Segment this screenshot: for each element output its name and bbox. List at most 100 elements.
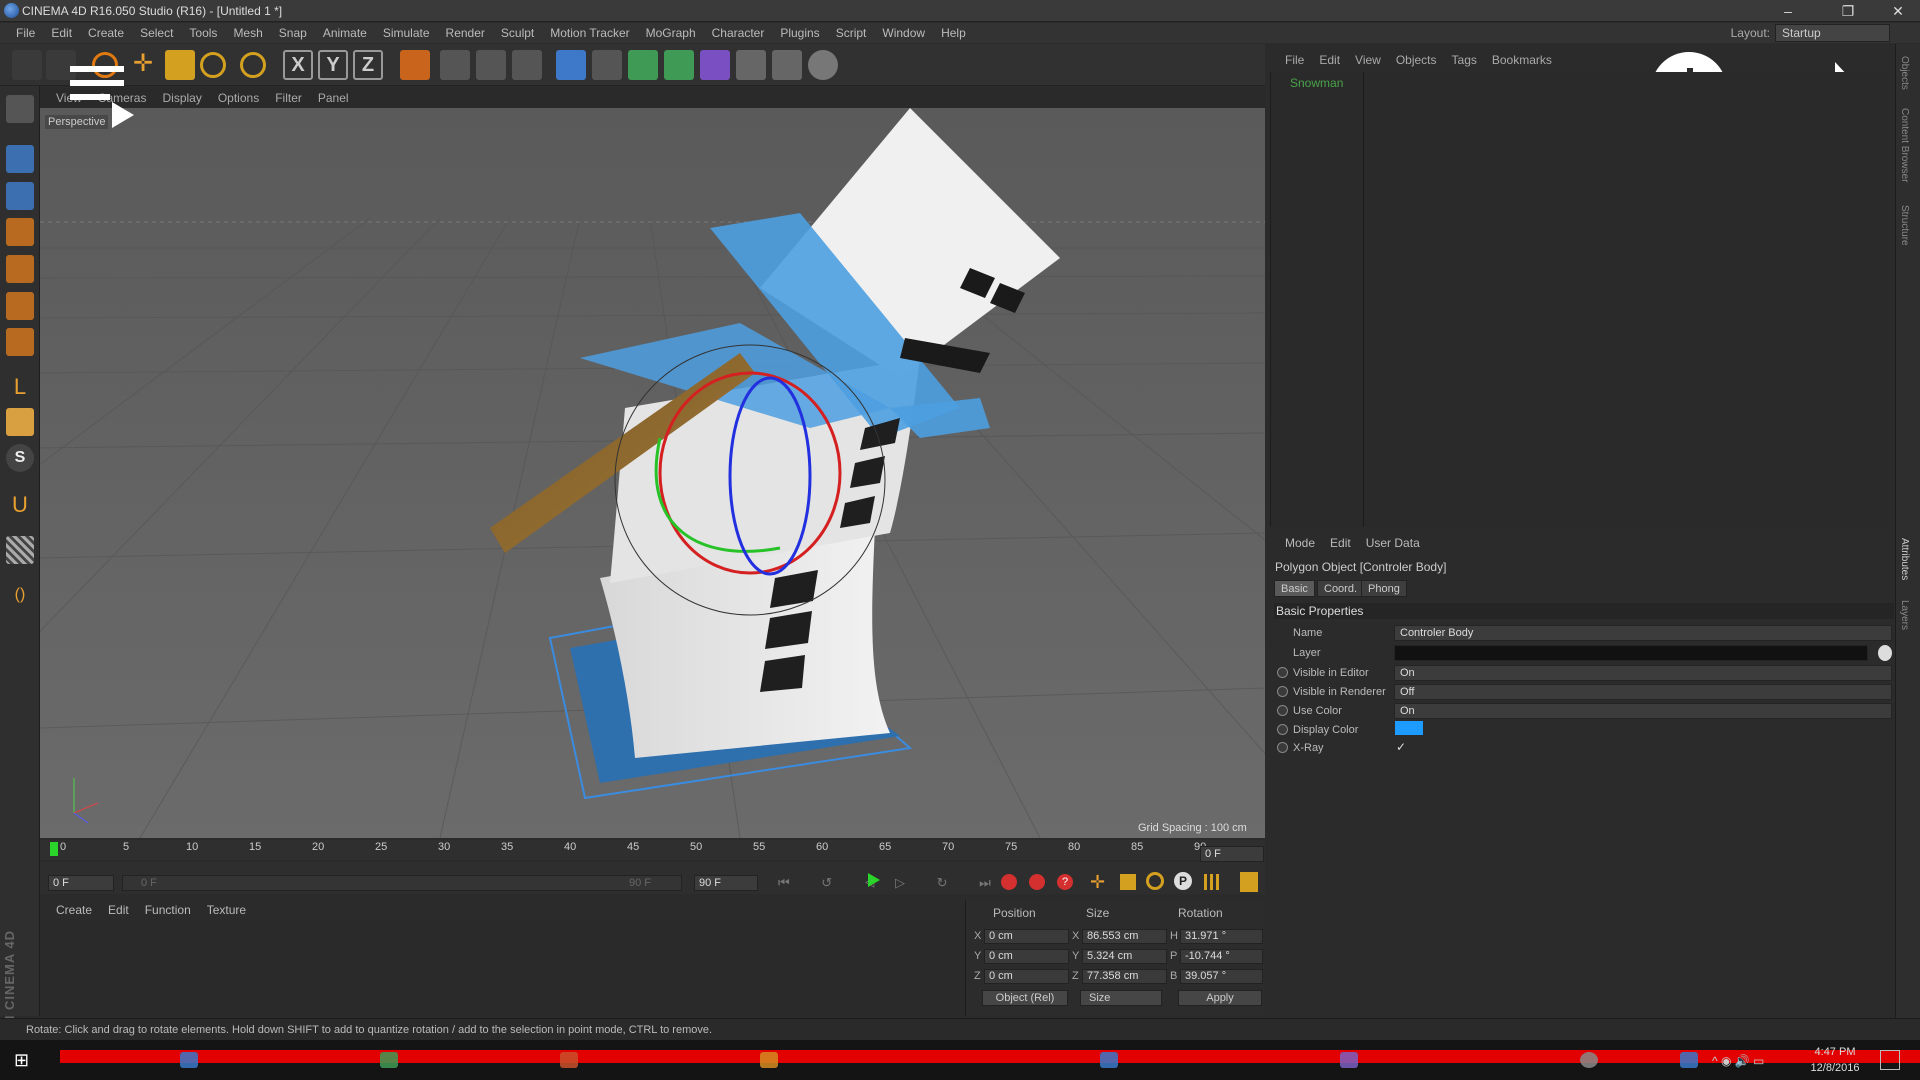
visible-renderer-select[interactable]: Off <box>1394 684 1892 700</box>
start-frame-field[interactable]: 0 F <box>48 875 114 891</box>
layer-clear-icon[interactable] <box>1878 645 1892 661</box>
taskbar-clock[interactable]: 4:47 PM 12/8/2016 <box>1800 1044 1870 1076</box>
play-icon[interactable] <box>868 873 880 887</box>
keyframe-selection-icon[interactable]: ? <box>1057 874 1073 890</box>
taskbar-app-icon[interactable] <box>1580 1052 1598 1068</box>
magnet-icon[interactable]: U <box>6 492 34 520</box>
edges-mode-icon[interactable] <box>6 292 34 320</box>
objects-menu-view[interactable]: View <box>1355 53 1381 67</box>
deformer-icon[interactable] <box>700 50 730 80</box>
objects-menu-edit[interactable]: Edit <box>1319 53 1340 67</box>
menu-character[interactable]: Character <box>712 26 765 40</box>
coord-mode-select[interactable]: Object (Rel) <box>982 990 1068 1006</box>
scale-icon[interactable] <box>165 50 195 80</box>
undo-icon[interactable] <box>12 50 42 80</box>
viewport-scene[interactable] <box>40 108 1265 838</box>
taskbar-app-icon[interactable] <box>1340 1052 1358 1068</box>
right-tab-layers[interactable]: Layers <box>1899 600 1910 630</box>
key-parameter-icon[interactable]: P <box>1174 872 1192 890</box>
viewport-camera-label[interactable]: Perspective <box>45 115 109 129</box>
workplane-icon[interactable] <box>6 218 34 246</box>
size-z-field[interactable]: 77.358 cm <box>1082 969 1167 984</box>
end-frame-field[interactable]: 90 F <box>694 875 758 891</box>
visible-editor-animate-icon[interactable] <box>1277 667 1288 678</box>
objects-menu-tags[interactable]: Tags <box>1452 53 1477 67</box>
timeline-window-icon[interactable] <box>1240 872 1258 892</box>
make-editable-icon[interactable] <box>6 95 34 123</box>
menu-mograph[interactable]: MoGraph <box>646 26 696 40</box>
record-active-icon[interactable] <box>1001 874 1017 890</box>
menu-select[interactable]: Select <box>140 26 173 40</box>
viewport-menu-panel[interactable]: Panel <box>318 91 349 105</box>
objects-menu-bookmarks[interactable]: Bookmarks <box>1492 53 1552 67</box>
windows-start-icon[interactable]: ⊞ <box>14 1050 34 1070</box>
transport-controls-next[interactable]: ▷ ↻ ⏭ <box>895 875 1005 891</box>
use-color-select[interactable]: On <box>1394 703 1892 719</box>
display-color-swatch[interactable] <box>1395 721 1423 735</box>
tab-basic[interactable]: Basic <box>1274 580 1315 597</box>
menu-create[interactable]: Create <box>88 26 124 40</box>
recent-tool-icon[interactable] <box>240 52 266 78</box>
spline-pen-icon[interactable] <box>592 50 622 80</box>
model-mode-icon[interactable] <box>6 145 34 173</box>
visible-editor-select[interactable]: On <box>1394 665 1892 681</box>
viewport-menu-filter[interactable]: Filter <box>275 91 302 105</box>
play-overlay-icon[interactable] <box>112 102 134 128</box>
minimize-icon[interactable]: – <box>1766 0 1810 22</box>
key-rotation-icon[interactable] <box>1146 872 1164 890</box>
objects-menu-objects[interactable]: Objects <box>1396 53 1437 67</box>
camera-icon[interactable] <box>772 50 802 80</box>
right-tab-content-browser[interactable]: Content Browser <box>1899 108 1910 182</box>
right-tab-structure[interactable]: Structure <box>1899 205 1910 246</box>
menu-snap[interactable]: Snap <box>279 26 307 40</box>
taskbar-app-icon[interactable] <box>560 1052 578 1068</box>
render-view-icon[interactable] <box>440 50 470 80</box>
points-mode-icon[interactable] <box>6 255 34 283</box>
attributes-menu-user-data[interactable]: User Data <box>1366 536 1420 550</box>
frame-range-slider[interactable]: 0 F 90 F <box>122 875 682 891</box>
attributes-menu-edit[interactable]: Edit <box>1330 536 1351 550</box>
polygons-mode-icon[interactable] <box>6 328 34 356</box>
tab-phong[interactable]: Phong <box>1361 580 1407 597</box>
position-y-field[interactable]: 0 cm <box>984 949 1069 964</box>
menu-tools[interactable]: Tools <box>189 26 217 40</box>
menu-render[interactable]: Render <box>446 26 485 40</box>
z-axis-lock-icon[interactable]: Z <box>353 50 383 80</box>
display-color-animate-icon[interactable] <box>1277 724 1288 735</box>
objects-menu-file[interactable]: File <box>1285 53 1304 67</box>
floor-icon[interactable] <box>736 50 766 80</box>
position-z-field[interactable]: 0 cm <box>984 969 1069 984</box>
lock-workplane-icon[interactable]: () <box>6 582 34 610</box>
right-tab-attributes[interactable]: Attributes <box>1899 538 1910 580</box>
viewport[interactable] <box>40 108 1265 838</box>
material-manager[interactable] <box>40 920 960 1016</box>
rotation-h-field[interactable]: 31.971 ° <box>1180 929 1263 944</box>
material-menu-create[interactable]: Create <box>56 903 92 917</box>
use-color-animate-icon[interactable] <box>1277 705 1288 716</box>
viewport-menu-display[interactable]: Display <box>162 91 201 105</box>
material-menu-edit[interactable]: Edit <box>108 903 129 917</box>
move-icon[interactable]: ✛ <box>128 50 158 80</box>
xray-checkbox[interactable]: ✓ <box>1396 740 1406 754</box>
taskbar-app-icon[interactable] <box>380 1052 398 1068</box>
layout-select[interactable]: Startup <box>1775 24 1890 42</box>
y-axis-lock-icon[interactable]: Y <box>318 50 348 80</box>
key-scale-icon[interactable] <box>1120 874 1136 890</box>
menu-sculpt[interactable]: Sculpt <box>501 26 534 40</box>
subdivision-surface-icon[interactable] <box>628 50 658 80</box>
xray-animate-icon[interactable] <box>1277 742 1288 753</box>
visible-renderer-animate-icon[interactable] <box>1277 686 1288 697</box>
right-tab-objects[interactable]: Objects <box>1899 56 1910 90</box>
axis-mode-icon[interactable]: L <box>6 374 34 402</box>
menu-file[interactable]: File <box>16 26 35 40</box>
menu-animate[interactable]: Animate <box>323 26 367 40</box>
menu-plugins[interactable]: Plugins <box>780 26 819 40</box>
system-tray-icons[interactable]: ^ ◉ 🔊 ▭ <box>1712 1054 1764 1068</box>
menu-mesh[interactable]: Mesh <box>233 26 262 40</box>
autokey-icon[interactable] <box>1029 874 1045 890</box>
taskbar-app-icon[interactable] <box>180 1052 198 1068</box>
menu-help[interactable]: Help <box>941 26 966 40</box>
timeline-playhead[interactable] <box>50 842 58 856</box>
menu-script[interactable]: Script <box>836 26 867 40</box>
light-icon[interactable] <box>808 50 838 80</box>
